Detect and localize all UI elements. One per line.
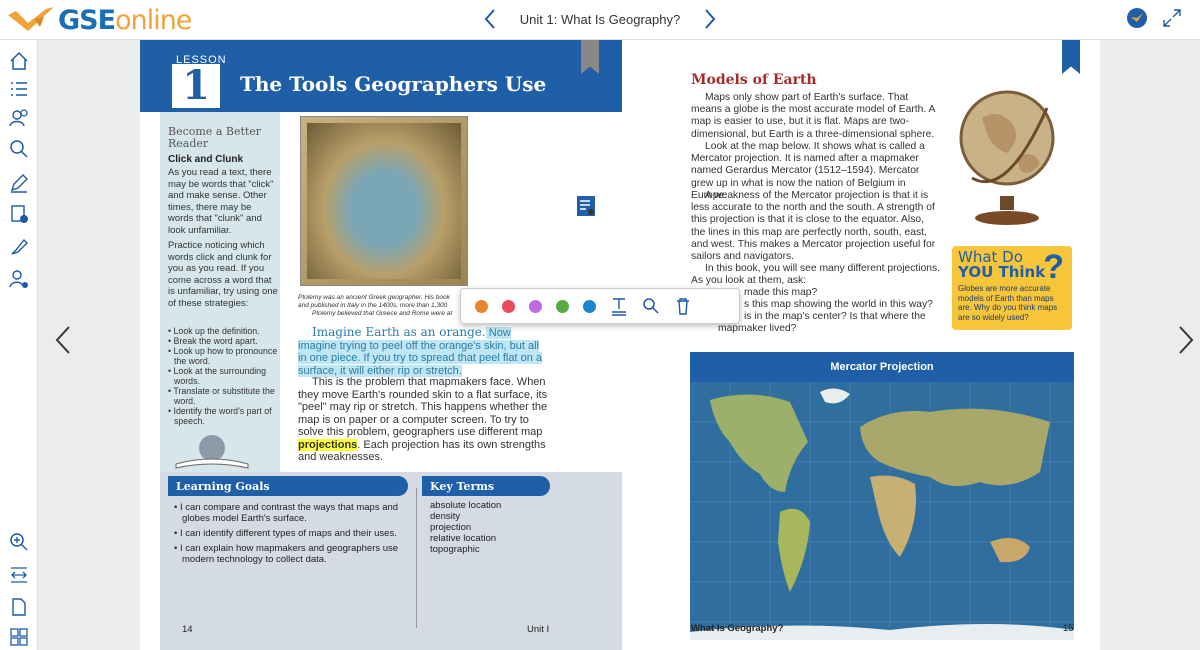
delete-icon[interactable] [674, 296, 692, 316]
list-item: I can explain how mapmakers and geograph… [174, 543, 414, 565]
globe-image [959, 90, 1055, 225]
highlight-orange-button[interactable] [475, 299, 488, 313]
wdyt-body: Globes are more accurate models of Earth… [958, 284, 1058, 322]
list-item: I can compare and contrast the ways that… [174, 502, 414, 524]
highlighter-icon[interactable] [8, 236, 30, 258]
list-item: Look up the definition. [168, 326, 280, 336]
search-icon[interactable] [642, 296, 660, 316]
paragraph: Maps only show part of Earth's surface. … [691, 92, 935, 140]
lesson-title: The Tools Geographers Use [240, 72, 547, 96]
gse-logo[interactable]: GSEonline [6, 3, 192, 37]
search-icon[interactable] [8, 138, 30, 160]
grid-icon[interactable] [8, 626, 30, 648]
panel-subheading: Click and Clunk [168, 154, 244, 165]
list-item: Look at the surrounding words. [168, 366, 280, 386]
highlight-blue-button[interactable] [583, 299, 596, 313]
highlight-green-button[interactable] [556, 299, 569, 313]
list-item: Break the word apart. [168, 336, 280, 346]
annotation-toolbar [460, 288, 740, 324]
list-item: Identify the word's part of speech. [168, 406, 280, 426]
learning-goals-list: I can compare and contrast the ways that… [174, 502, 414, 569]
mercator-map-image [690, 382, 1074, 640]
image-caption: Ptolemy was an ancient Greek geographer.… [298, 294, 453, 317]
question-mark-icon: ? [1043, 248, 1064, 286]
bird-icon [1131, 13, 1143, 22]
lesson-number: 1 [172, 64, 220, 108]
right-page: Models of Earth Maps only show part of E… [622, 40, 1100, 650]
paragraph: In this book, you will see many differen… [691, 263, 941, 287]
strategy-list: Look up the definition. Break the word a… [168, 326, 280, 426]
user-settings-icon[interactable] [8, 268, 30, 290]
bird-logo-icon [8, 7, 54, 31]
prev-unit-chevron-icon[interactable] [484, 8, 496, 36]
teacher-note-icon[interactable] [576, 195, 596, 217]
list-item[interactable]: projection [430, 522, 501, 533]
unit-title: Unit 1: What Is Geography? [519, 12, 681, 27]
left-toolbar [0, 40, 38, 650]
key-terms-list: absolute location density projection rel… [430, 500, 501, 555]
users-icon[interactable] [8, 107, 30, 129]
panel-text: Practice noticing which words click and … [168, 240, 278, 309]
map-title: Mercator Projection [690, 352, 1074, 382]
fit-width-icon[interactable] [8, 564, 30, 586]
page-number: 15 [1063, 623, 1074, 634]
question: mapmaker lived? [718, 323, 797, 334]
section-title: Models of Earth [691, 72, 817, 88]
add-note-icon[interactable] [8, 203, 30, 225]
next-page-arrow-icon[interactable] [1177, 325, 1195, 355]
page-icon[interactable] [8, 596, 30, 618]
bookmark-icon[interactable] [1062, 40, 1080, 74]
list-item: Translate or substitute the word. [168, 386, 280, 406]
left-page: LESSON 1 The Tools Geographers Use Becom… [140, 40, 622, 650]
paragraph-1: Imagine Earth as an orange. Now imagine … [298, 326, 550, 377]
list-icon[interactable] [8, 78, 30, 100]
what-do-you-think-box: What Do YOU Think ? Globes are more accu… [952, 246, 1072, 330]
list-item: Look up how to pronounce the word. [168, 346, 280, 366]
panel-heading: Become a Better Reader [168, 125, 262, 150]
highlight-red-button[interactable] [502, 299, 515, 313]
book-globe-icon [175, 435, 249, 469]
home-icon[interactable] [8, 50, 30, 72]
list-item[interactable]: density [430, 511, 501, 522]
page-footer: What Is Geography? [691, 623, 784, 634]
fullscreen-icon[interactable] [1162, 8, 1182, 33]
top-bar: GSEonline Unit 1: What Is Geography? [0, 0, 1200, 40]
list-item[interactable]: absolute location [430, 500, 501, 511]
divider [416, 488, 417, 628]
underline-icon[interactable] [610, 296, 628, 316]
edit-icon[interactable] [8, 172, 30, 194]
learning-goals-title: Learning Goals [168, 476, 408, 496]
prev-page-arrow-icon[interactable] [54, 325, 72, 355]
page-number: 14 [182, 624, 193, 635]
user-avatar[interactable] [1127, 8, 1147, 28]
highlight-purple-button[interactable] [529, 299, 542, 313]
paragraph: A weakness of the Mercator projection is… [691, 190, 936, 263]
zoom-in-icon[interactable] [8, 531, 30, 553]
key-term-projections[interactable]: projections [298, 438, 358, 451]
next-unit-chevron-icon[interactable] [704, 8, 716, 36]
paragraph-2: This is the problem that mapmakers face.… [298, 376, 548, 463]
brand-gse: GSE [58, 4, 116, 36]
key-terms-title: Key Terms [422, 476, 550, 496]
list-item[interactable]: topographic [430, 544, 501, 555]
lead-phrase: Imagine Earth as an orange. [312, 325, 486, 339]
list-item: I can identify different types of maps a… [174, 528, 414, 539]
panel-text: As you read a text, there may be words t… [168, 167, 274, 236]
brand-online: online [115, 4, 192, 36]
page-footer: Unit I [527, 624, 550, 635]
list-item[interactable]: relative location [430, 533, 501, 544]
ptolemy-map-image [300, 116, 468, 286]
